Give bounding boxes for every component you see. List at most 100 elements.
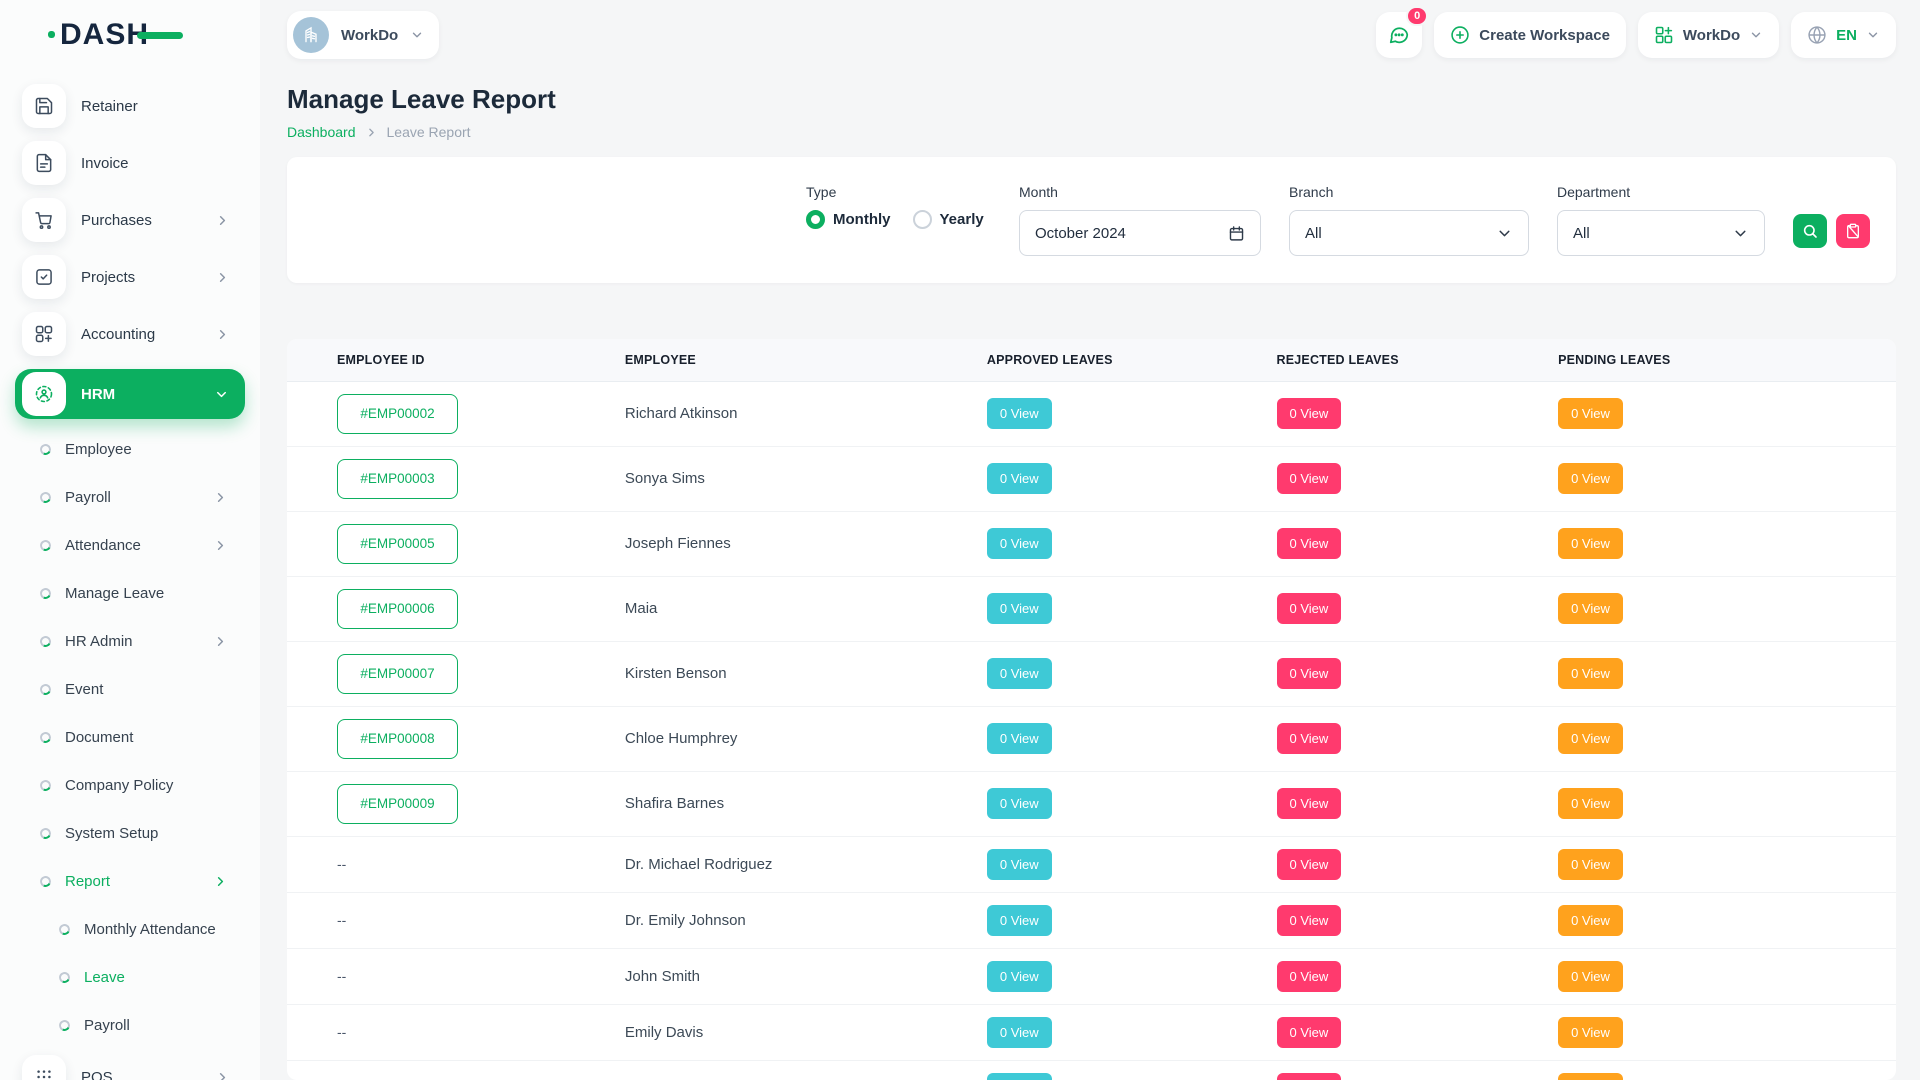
sidebar-subitem-report-payroll[interactable]: Payroll xyxy=(0,1007,260,1043)
pending-leaves-view-button[interactable]: 0 View xyxy=(1558,1073,1623,1080)
employee-id-badge[interactable]: #EMP00005 xyxy=(337,524,458,564)
sidebar-subitem-system-setup[interactable]: System Setup xyxy=(0,815,260,851)
approved-leaves-view-button[interactable]: 0 View xyxy=(987,849,1052,880)
rejected-leaves-view-button[interactable]: 0 View xyxy=(1277,528,1342,559)
sidebar-subitem-leave[interactable]: Leave xyxy=(0,959,260,995)
sidebar-subitem-label: HR Admin xyxy=(65,633,133,650)
sidebar-subitem-company-policy[interactable]: Company Policy xyxy=(0,767,260,803)
sidebar-subitem-monthly-attendance[interactable]: Monthly Attendance xyxy=(0,911,260,947)
workdo-menu-button[interactable]: WorkDo xyxy=(1638,12,1779,58)
table-row: -- Dr. Emily Johnson 0 View 0 View 0 Vie… xyxy=(287,892,1896,948)
sidebar-item-pos[interactable]: POS xyxy=(0,1055,260,1080)
approved-leaves-view-button[interactable]: 0 View xyxy=(987,905,1052,936)
rejected-leaves-view-button[interactable]: 0 View xyxy=(1277,788,1342,819)
search-button[interactable] xyxy=(1793,214,1827,248)
rejected-leaves-view-button[interactable]: 0 View xyxy=(1277,961,1342,992)
sidebar-item-hrm[interactable]: HRM xyxy=(15,369,245,419)
employee-id-badge[interactable]: #EMP00002 xyxy=(337,394,458,434)
sidebar-subitem-hr-admin[interactable]: HR Admin xyxy=(0,623,260,659)
rejected-leaves-view-button[interactable]: 0 View xyxy=(1277,849,1342,880)
department-select[interactable]: All xyxy=(1557,210,1765,256)
type-radio-group: Monthly Yearly xyxy=(806,210,991,229)
month-value: October 2024 xyxy=(1035,225,1126,242)
approved-leaves-view-button[interactable]: 0 View xyxy=(987,961,1052,992)
radio-monthly[interactable]: Monthly xyxy=(806,210,891,229)
rejected-leaves-view-button[interactable]: 0 View xyxy=(1277,593,1342,624)
pending-leaves-view-button[interactable]: 0 View xyxy=(1558,658,1623,689)
sidebar-item-projects[interactable]: Projects xyxy=(0,255,260,299)
radio-yearly[interactable]: Yearly xyxy=(913,210,984,229)
approved-leaves-view-button[interactable]: 0 View xyxy=(987,463,1052,494)
department-label: Department xyxy=(1557,184,1765,200)
sidebar-subitem-document[interactable]: Document xyxy=(0,719,260,755)
sidebar-subitem-employee[interactable]: Employee xyxy=(0,431,260,467)
sidebar-subitem-attendance[interactable]: Attendance xyxy=(0,527,260,563)
approved-leaves-view-button[interactable]: 0 View xyxy=(987,528,1052,559)
sidebar-item-invoice[interactable]: Invoice xyxy=(0,141,260,185)
rejected-leaves-view-button[interactable]: 0 View xyxy=(1277,398,1342,429)
approved-leaves-view-button[interactable]: 0 View xyxy=(987,723,1052,754)
pending-leaves-view-button[interactable]: 0 View xyxy=(1558,849,1623,880)
language-selector[interactable]: EN xyxy=(1791,12,1896,58)
rejected-leaves-view-button[interactable]: 0 View xyxy=(1277,658,1342,689)
sidebar-item-retainer[interactable]: Retainer xyxy=(0,84,260,128)
approved-leaves-view-button[interactable]: 0 View xyxy=(987,398,1052,429)
table-row: #EMP00007 Kirsten Benson 0 View 0 View 0… xyxy=(287,641,1896,706)
employee-id-badge[interactable]: #EMP00003 xyxy=(337,459,458,499)
rejected-leaves-view-button[interactable]: 0 View xyxy=(1277,1017,1342,1048)
approved-leaves-view-button[interactable]: 0 View xyxy=(987,1073,1052,1080)
employee-id-badge[interactable]: #EMP00009 xyxy=(337,784,458,824)
employee-id-badge[interactable]: #EMP00007 xyxy=(337,654,458,694)
pending-leaves-view-button[interactable]: 0 View xyxy=(1558,528,1623,559)
chevron-down-icon xyxy=(1866,28,1880,42)
pending-leaves-view-button[interactable]: 0 View xyxy=(1558,723,1623,754)
column-employee-id: EMPLOYEE ID xyxy=(287,339,625,381)
approved-leaves-view-button[interactable]: 0 View xyxy=(987,658,1052,689)
messenger-button[interactable]: 0 xyxy=(1376,12,1422,58)
reset-filter-button[interactable] xyxy=(1836,214,1870,248)
create-workspace-label: Create Workspace xyxy=(1479,27,1610,44)
sidebar-item-purchases[interactable]: Purchases xyxy=(0,198,260,242)
sidebar-subitem-event[interactable]: Event xyxy=(0,671,260,707)
globe-icon xyxy=(1807,25,1827,45)
leave-report-table: EMPLOYEE ID EMPLOYEE APPROVED LEAVES REJ… xyxy=(287,339,1896,1080)
type-label: Type xyxy=(806,184,991,200)
pending-leaves-view-button[interactable]: 0 View xyxy=(1558,788,1623,819)
department-value: All xyxy=(1573,225,1590,242)
employee-name: Kirsten Benson xyxy=(625,665,727,682)
pending-leaves-view-button[interactable]: 0 View xyxy=(1558,961,1623,992)
sidebar-item-accounting[interactable]: Accounting xyxy=(0,312,260,356)
shopping-cart-icon xyxy=(22,198,66,242)
pending-leaves-view-button[interactable]: 0 View xyxy=(1558,463,1623,494)
employee-id-badge[interactable]: #EMP00008 xyxy=(337,719,458,759)
pending-leaves-view-button[interactable]: 0 View xyxy=(1558,1017,1623,1048)
save-floppy-icon xyxy=(22,84,66,128)
chevron-down-icon xyxy=(1749,28,1763,42)
approved-leaves-view-button[interactable]: 0 View xyxy=(987,788,1052,819)
rejected-leaves-view-button[interactable]: 0 View xyxy=(1277,905,1342,936)
approved-leaves-view-button[interactable]: 0 View xyxy=(987,593,1052,624)
sidebar-subitem-payroll[interactable]: Payroll xyxy=(0,479,260,515)
create-workspace-button[interactable]: Create Workspace xyxy=(1434,12,1626,58)
department-filter: Department All xyxy=(1557,184,1765,256)
check-square-icon xyxy=(22,255,66,299)
chevron-down-icon xyxy=(1496,225,1513,242)
pending-leaves-view-button[interactable]: 0 View xyxy=(1558,398,1623,429)
branch-select[interactable]: All xyxy=(1289,210,1529,256)
dash-logo[interactable]: DASH xyxy=(60,18,149,52)
employee-id-badge[interactable]: #EMP00006 xyxy=(337,589,458,629)
breadcrumb-dashboard-link[interactable]: Dashboard xyxy=(287,124,356,140)
approved-leaves-view-button[interactable]: 0 View xyxy=(987,1017,1052,1048)
sidebar-subitem-label: Leave xyxy=(84,969,125,986)
month-date-input[interactable]: October 2024 xyxy=(1019,210,1261,256)
pending-leaves-view-button[interactable]: 0 View xyxy=(1558,905,1623,936)
workspace-switcher[interactable]: WorkDo xyxy=(287,11,439,59)
rejected-leaves-view-button[interactable]: 0 View xyxy=(1277,723,1342,754)
sidebar-subitem-manage-leave[interactable]: Manage Leave xyxy=(0,575,260,611)
sidebar-subitem-report[interactable]: Report xyxy=(0,863,260,899)
pending-leaves-view-button[interactable]: 0 View xyxy=(1558,593,1623,624)
bullet-icon xyxy=(38,730,52,744)
rejected-leaves-view-button[interactable]: 0 View xyxy=(1277,1073,1342,1080)
rejected-leaves-view-button[interactable]: 0 View xyxy=(1277,463,1342,494)
employee-name: John Smith xyxy=(625,968,700,985)
